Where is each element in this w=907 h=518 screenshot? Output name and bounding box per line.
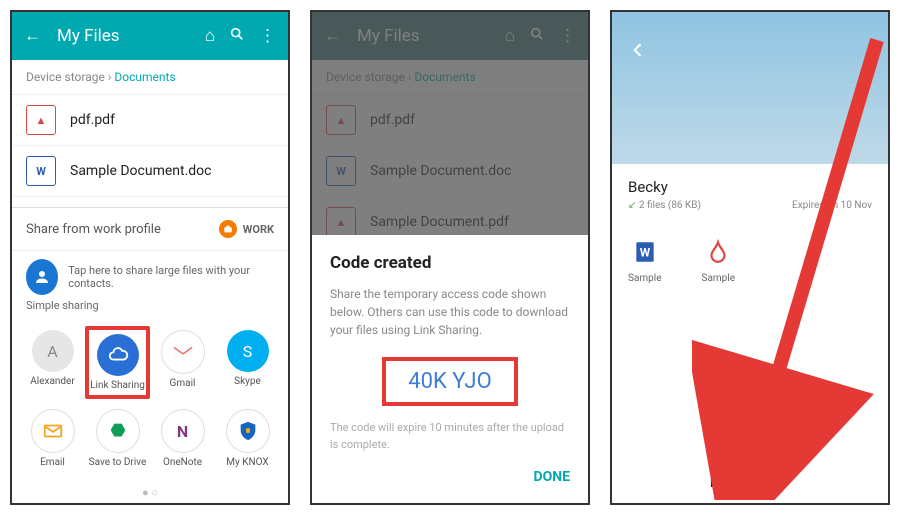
doc-icon: W — [26, 156, 56, 186]
download-button[interactable]: DOWNLOAD — [612, 475, 888, 491]
share-sheet: Share from work profile WORK Tap here to… — [12, 207, 288, 503]
doc-icon: W — [630, 237, 660, 267]
simple-share-tip: Tap here to share large files with your … — [68, 264, 274, 290]
file-row[interactable]: ▲ pdf.pdf — [12, 95, 288, 146]
cloud-icon — [97, 334, 139, 376]
contact-share-icon — [26, 259, 58, 295]
mail-icon — [31, 409, 75, 453]
share-target-onenote[interactable]: N OneNote — [150, 405, 215, 472]
thumb-pdf[interactable]: Sample — [702, 237, 736, 284]
file-name: pdf.pdf — [70, 112, 115, 128]
share-target-email[interactable]: Email — [20, 405, 85, 472]
thumb-doc[interactable]: W Sample — [628, 237, 662, 284]
header-image — [612, 12, 888, 164]
share-header: Share from work profile WORK — [12, 208, 288, 251]
app-title: My Files — [57, 26, 191, 46]
file-thumbnails: W Sample Sample — [612, 225, 888, 284]
screen-1: ← My Files ⌂ ⋮ Device storage › Document… — [10, 10, 290, 505]
modal-desc: Share the temporary access code shown be… — [330, 285, 570, 339]
share-app-grid: A Alexander Link Sharing Gmail S Skype — [12, 320, 288, 486]
app-bar: ← My Files ⌂ ⋮ — [12, 12, 288, 60]
share-target-knox[interactable]: My KNOX — [215, 405, 280, 472]
skype-icon: S — [227, 330, 269, 372]
simple-share-label: Simple sharing — [12, 299, 288, 320]
access-code: 40K YJO — [382, 357, 517, 406]
file-row[interactable]: W Sample Document.doc — [12, 146, 288, 197]
simple-sharing-row[interactable]: Tap here to share large files with your … — [12, 251, 288, 299]
more-icon[interactable]: ⋮ — [259, 26, 276, 46]
share-target-link-sharing[interactable]: Link Sharing — [85, 326, 150, 399]
pager-dots: ● ○ — [12, 486, 288, 503]
file-count: ↙ 2 files (86 KB) — [628, 200, 701, 211]
svg-text:W: W — [640, 245, 651, 259]
share-target-alexander[interactable]: A Alexander — [20, 326, 85, 399]
onenote-icon: N — [161, 409, 205, 453]
share-target-gmail[interactable]: Gmail — [150, 326, 215, 399]
drive-icon — [96, 409, 140, 453]
share-title: Share from work profile — [26, 222, 161, 237]
briefcase-icon — [219, 220, 237, 238]
gmail-icon — [161, 330, 205, 374]
expiry: Expires on 10 Nov — [792, 200, 872, 211]
code-modal: Code created Share the temporary access … — [312, 235, 588, 503]
breadcrumb[interactable]: Device storage › Documents — [12, 60, 288, 95]
shield-icon — [226, 409, 270, 453]
pdf-icon: ▲ — [26, 105, 56, 135]
breadcrumb-root: Device storage — [26, 70, 105, 84]
screen-2: ← My Files ⌂ ⋮ Device storage › Document… — [310, 10, 590, 505]
home-icon[interactable]: ⌂ — [205, 26, 215, 46]
breadcrumb-current: Documents — [114, 70, 175, 84]
pdf-icon — [703, 237, 733, 267]
back-icon[interactable] — [628, 40, 648, 64]
share-target-drive[interactable]: Save to Drive — [85, 405, 150, 472]
sender-name: Becky — [628, 178, 872, 196]
modal-title: Code created — [330, 253, 570, 273]
file-name: Sample Document.doc — [70, 163, 212, 179]
done-button[interactable]: DONE — [330, 469, 570, 485]
contact-icon: A — [32, 330, 74, 372]
screen-3: Becky ↙ 2 files (86 KB) Expires on 10 No… — [610, 10, 890, 505]
search-icon[interactable] — [229, 26, 245, 47]
modal-note: The code will expire 10 minutes after th… — [330, 420, 570, 453]
work-badge: WORK — [219, 220, 274, 238]
back-icon[interactable]: ← — [24, 26, 41, 46]
sender-card: Becky ↙ 2 files (86 KB) Expires on 10 No… — [612, 164, 888, 225]
breadcrumb-sep: › — [108, 70, 112, 84]
share-target-skype[interactable]: S Skype — [215, 326, 280, 399]
